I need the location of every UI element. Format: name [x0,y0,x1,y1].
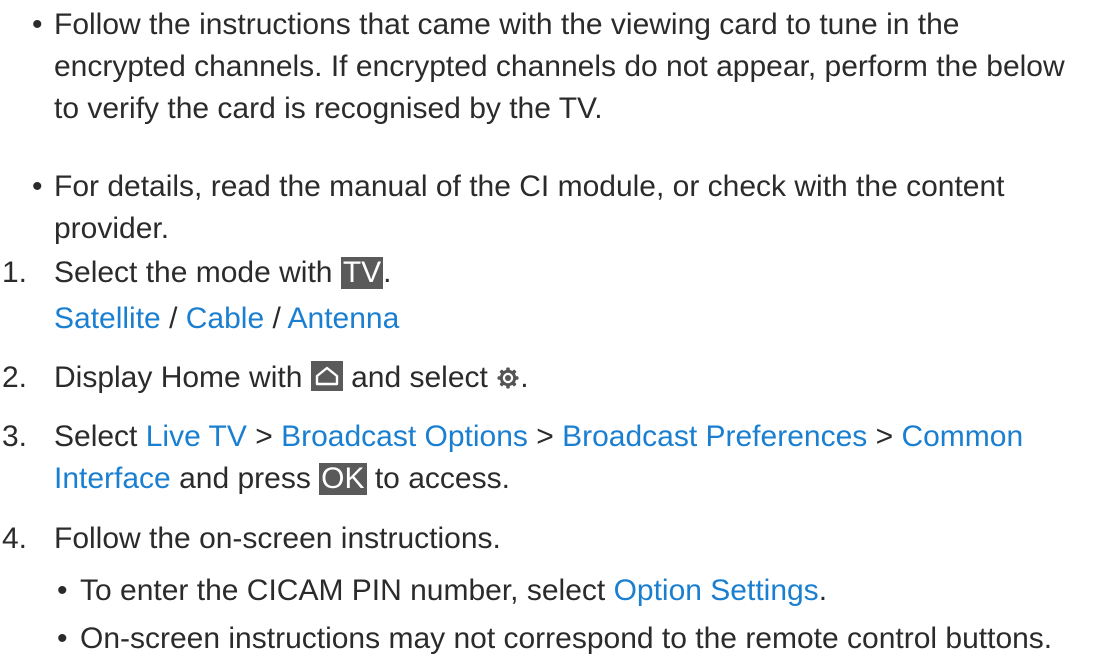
step-3-continued: Interface and press OK to access. [0,458,1094,500]
path-separator: > [867,420,902,453]
note-bullet-ci-module: • For details, read the manual of the CI… [0,166,1074,250]
step-text: Select [54,420,146,453]
sub-bullet-text-end: . [818,574,828,607]
step-text: Follow the on-screen instructions. [54,522,501,555]
live-tv-link[interactable]: Live TV [146,420,247,453]
home-icon [310,361,343,391]
step-3: 3. Select Live TV > Broadcast Options > … [0,416,1094,458]
option-settings-link[interactable]: Option Settings [614,574,819,607]
path-separator: > [246,420,282,453]
sub-bullet-cicam-pin: • To enter the CICAM PIN number, select … [0,570,1097,612]
bullet-glyph: • [57,574,68,607]
note-bullet-viewing-card: • Follow the instructions that came with… [0,4,1074,130]
antenna-link[interactable]: Antenna [288,302,400,335]
step-text-end: . [520,361,529,394]
step-number: 2. [2,361,28,394]
step-text-middle: and select [342,361,497,394]
cable-link[interactable]: Cable [186,302,264,335]
document-page: • Follow the instructions that came with… [0,0,1097,660]
step-1: 1. Select the mode with TV. [0,252,1094,294]
step-number: 3. [2,420,28,453]
step-text: Display Home with [54,361,311,394]
step-text-end: . [383,256,392,289]
sub-bullet-text: On-screen instructions may not correspon… [80,622,1053,655]
bullet-glyph: • [32,170,43,203]
sub-bullet-remote-note: • On-screen instructions may not corresp… [0,618,1097,660]
common-interface-link-part1[interactable]: Common [901,420,1023,453]
satellite-link[interactable]: Satellite [54,302,161,335]
mode-separator: / [160,302,186,335]
note-text: Follow the instructions that came with t… [54,8,1065,125]
step-2: 2. Display Home with and select . [0,357,1094,399]
step-number: 4. [2,522,28,555]
path-separator: > [527,420,563,453]
broadcast-options-link[interactable]: Broadcast Options [281,420,528,453]
step-number: 1. [2,256,28,289]
gear-icon [496,360,520,389]
broadcast-preferences-link[interactable]: Broadcast Preferences [562,420,867,453]
tv-key: TV [340,256,384,289]
mode-options: Satellite / Cable / Antenna [0,298,1094,340]
ok-key: OK [319,462,367,495]
mode-separator: / [264,302,288,335]
bullet-glyph: • [57,622,68,655]
sub-bullet-text: To enter the CICAM PIN number, select [80,574,614,607]
step-text: Select the mode with [54,256,341,289]
step-text-end: to access. [366,462,510,495]
bullet-glyph: • [32,8,43,41]
step-text-middle: and press [170,462,320,495]
note-text: For details, read the manual of the CI m… [54,170,1005,245]
common-interface-link-part2[interactable]: Interface [54,462,171,495]
step-4: 4. Follow the on-screen instructions. [0,518,1094,560]
